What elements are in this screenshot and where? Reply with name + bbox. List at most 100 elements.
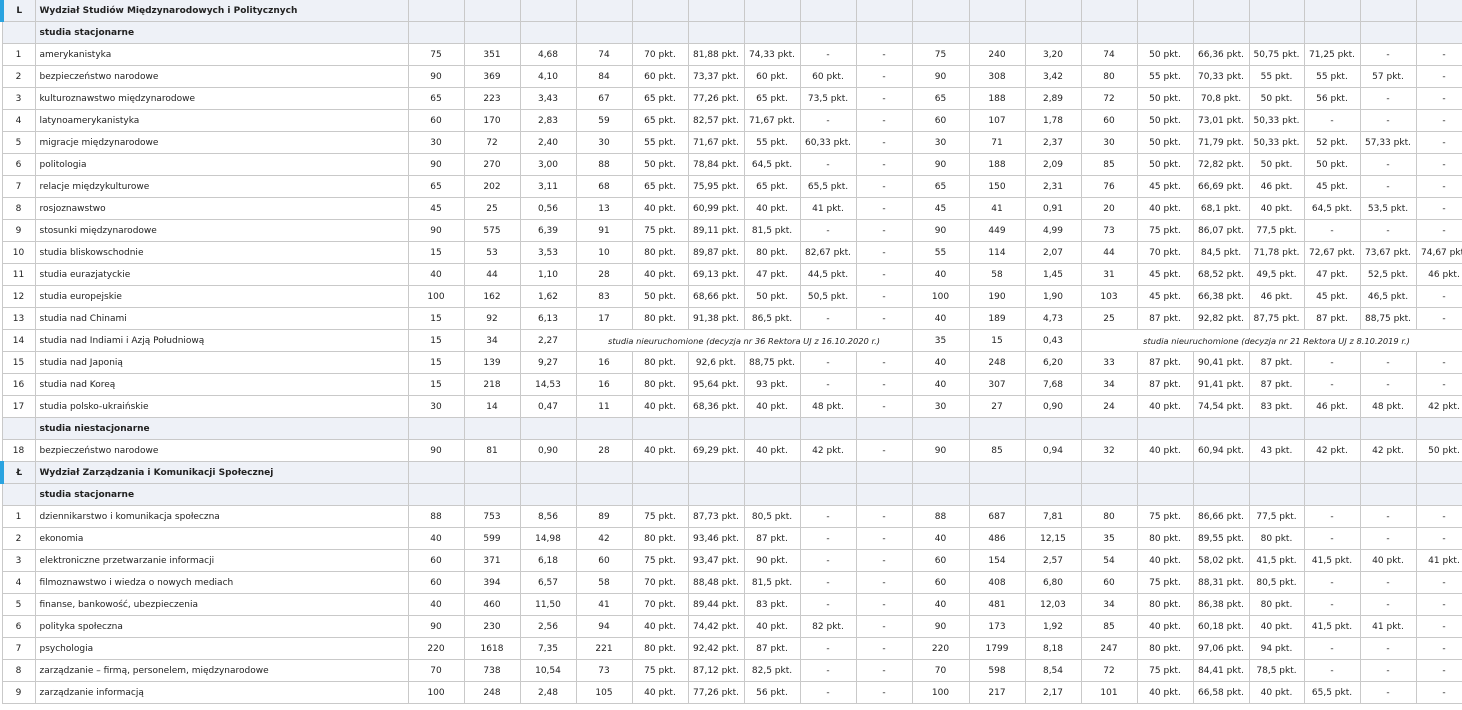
- table-cell: 35: [911, 329, 970, 352]
- faculty-header-row: L Wydział Studiów Międzynarodowych i Poli…: [0, 0, 1462, 22]
- table-cell: 40 pkt.: [743, 395, 801, 418]
- table-cell: 34: [1080, 373, 1138, 396]
- table-cell: 71: [968, 131, 1026, 154]
- empty-cell: [463, 21, 521, 44]
- empty-cell: [1136, 417, 1194, 440]
- table-cell: -: [1359, 351, 1417, 374]
- empty-cell: [687, 483, 745, 506]
- table-cell: 33: [1080, 351, 1138, 374]
- table-cell: 40: [407, 527, 465, 550]
- empty-cell: [1303, 21, 1361, 44]
- table-cell: 75 pkt.: [1136, 659, 1194, 682]
- program-name: filmoznawstwo i wiedza o nowych mediach: [34, 571, 409, 594]
- empty-cell: [1359, 417, 1417, 440]
- table-cell: -: [1415, 373, 1462, 396]
- table-cell: 3,43: [519, 87, 577, 110]
- table-cell: -: [799, 549, 857, 572]
- empty-cell: [1359, 21, 1417, 44]
- table-cell: -: [1415, 527, 1462, 550]
- table-row: 15 studia nad Japonią 15 139 9,27 16 80 pkt. 92…: [1, 351, 1462, 374]
- program-name: finanse, bankowość, ubezpieczenia: [34, 593, 409, 616]
- table-cell: 100: [911, 285, 970, 308]
- table-cell: 50 pkt.: [1248, 87, 1305, 110]
- table-cell: 74,33 pkt.: [743, 43, 801, 66]
- table-cell: 46 pkt.: [1248, 285, 1305, 308]
- table-cell: 41 pkt.: [1359, 615, 1417, 638]
- table-cell: 30: [911, 395, 970, 418]
- table-cell: 16: [575, 373, 633, 396]
- table-cell: 1618: [463, 637, 521, 660]
- table-cell: -: [1415, 681, 1462, 704]
- table-cell: 4: [1, 571, 36, 594]
- empty-cell: [911, 417, 970, 440]
- table-cell: 93,47 pkt.: [687, 549, 745, 572]
- table-cell: 68,66 pkt.: [687, 285, 745, 308]
- table-cell: 190: [968, 285, 1026, 308]
- table-row: 18 bezpieczeństwo narodowe 90 81 0,90 28 40 pk…: [1, 439, 1462, 462]
- table-row: 6 polityka społeczna 90 230 2,56 94 40 pkt. 74,…: [1, 615, 1462, 638]
- table-cell: 188: [968, 153, 1026, 176]
- table-cell: 45 pkt.: [1303, 285, 1361, 308]
- empty-cell: [911, 461, 970, 484]
- table-cell: -: [855, 131, 913, 154]
- table-cell: 2,57: [1024, 549, 1082, 572]
- table-cell: 75,95 pkt.: [687, 175, 745, 198]
- empty-cell: [743, 417, 801, 440]
- table-cell: 90: [407, 219, 465, 242]
- table-cell: 87 pkt.: [1248, 373, 1305, 396]
- table-cell: 247: [1080, 637, 1138, 660]
- table-cell: 40 pkt.: [631, 197, 689, 220]
- table-cell: 90: [407, 439, 465, 462]
- table-cell: 72: [463, 131, 521, 154]
- table-cell: 46,5 pkt.: [1359, 285, 1417, 308]
- program-name: studia nad Chinami: [34, 307, 409, 330]
- table-cell: 80 pkt.: [743, 241, 801, 264]
- table-cell: 87,12 pkt.: [687, 659, 745, 682]
- table-cell: 9: [1, 219, 36, 242]
- program-name: psychologia: [34, 637, 409, 660]
- table-cell: 82,5 pkt.: [743, 659, 801, 682]
- table-cell: 69,29 pkt.: [687, 439, 745, 462]
- table-cell: 20: [1080, 197, 1138, 220]
- table-cell: 5: [1, 131, 36, 154]
- empty-cell: [463, 483, 521, 506]
- table-cell: -: [799, 593, 857, 616]
- table-cell: 75 pkt.: [631, 549, 689, 572]
- table-cell: 753: [463, 505, 521, 528]
- study-mode-label: studia stacjonarne: [34, 21, 409, 44]
- table-cell: 598: [968, 659, 1026, 682]
- table-cell: 53: [463, 241, 521, 264]
- empty-cell: [743, 461, 801, 484]
- table-cell: 65 pkt.: [631, 109, 689, 132]
- table-cell: 40 pkt.: [743, 615, 801, 638]
- table-cell: 84,5 pkt.: [1192, 241, 1250, 264]
- empty-cell: [631, 483, 689, 506]
- study-mode-row: studia stacjonarne: [1, 21, 1462, 44]
- empty-cell: [1, 21, 36, 44]
- table-cell: 89: [575, 505, 633, 528]
- table-cell: 248: [968, 351, 1026, 374]
- table-cell: 40 pkt.: [631, 439, 689, 462]
- program-name: studia europejskie: [34, 285, 409, 308]
- table-cell: -: [1359, 43, 1417, 66]
- table-cell: 40 pkt.: [631, 615, 689, 638]
- table-cell: 60,99 pkt.: [687, 197, 745, 220]
- not-launched-note: studia nieuruchomione (decyzja nr 21 Rek…: [1080, 329, 1462, 352]
- program-name: zarządzanie informacją: [34, 681, 409, 704]
- table-cell: -: [1415, 153, 1462, 176]
- empty-cell: [407, 417, 465, 440]
- empty-cell: [1080, 21, 1138, 44]
- table-cell: 70,33 pkt.: [1192, 65, 1250, 88]
- table-cell: 70,8 pkt.: [1192, 87, 1250, 110]
- table-cell: 73: [1080, 219, 1138, 242]
- table-cell: 8: [1, 197, 36, 220]
- table-cell: 85: [1080, 153, 1138, 176]
- table-cell: -: [799, 109, 857, 132]
- table-cell: 4,99: [1024, 219, 1082, 242]
- program-name: migracje międzynarodowe: [34, 131, 409, 154]
- table-row: 11 studia eurazjatyckie 40 44 1,10 28 40 pkt. 6…: [1, 263, 1462, 286]
- table-cell: -: [799, 373, 857, 396]
- table-cell: -: [855, 395, 913, 418]
- empty-cell: [1136, 461, 1194, 484]
- faculty-title: Wydział Studiów Międzynarodowych i Polit…: [34, 0, 409, 22]
